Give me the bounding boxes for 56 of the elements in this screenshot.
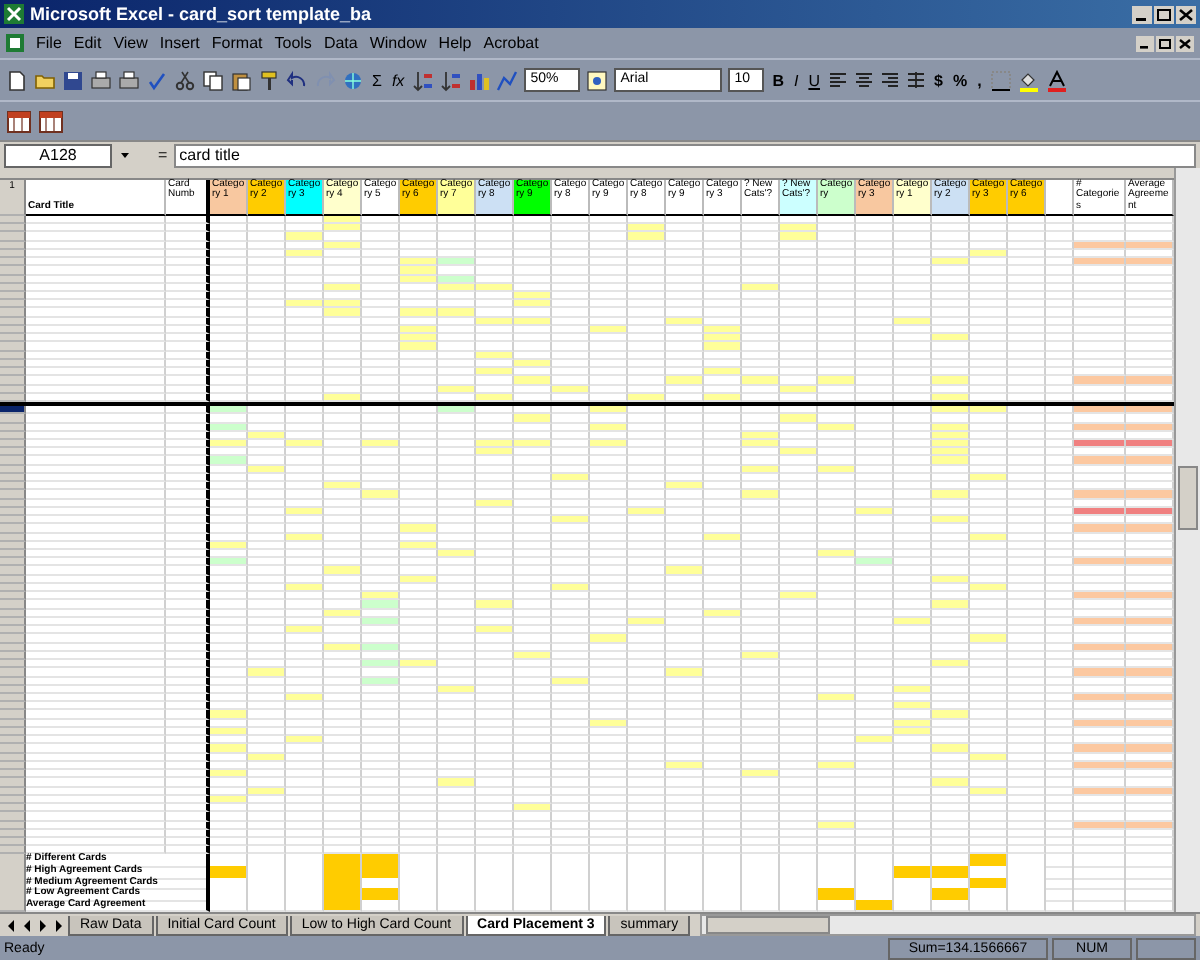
align-icon[interactable] <box>827 70 848 90</box>
close-icon[interactable] <box>1176 5 1196 23</box>
align-icon[interactable] <box>905 70 926 90</box>
chart-icon[interactable] <box>468 69 491 91</box>
row-header[interactable] <box>0 406 26 415</box>
align-icon[interactable] <box>853 70 874 90</box>
menu-item[interactable]: Acrobat <box>483 34 539 52</box>
status-panel <box>1136 937 1196 959</box>
borders-icon[interactable] <box>989 69 1012 91</box>
menu-item[interactable]: View <box>113 34 148 52</box>
minimize-icon[interactable] <box>1136 35 1154 51</box>
number-format-button[interactable]: % <box>950 71 970 89</box>
row-header[interactable] <box>0 393 26 403</box>
formula-equals: = <box>158 146 168 164</box>
name-box[interactable]: A128 <box>4 143 112 167</box>
close-icon[interactable] <box>1176 35 1194 51</box>
fill-color-icon[interactable] <box>1017 69 1040 91</box>
format-button[interactable]: U <box>806 71 822 89</box>
excel-icon <box>4 4 24 24</box>
menu-item[interactable]: Insert <box>159 34 200 52</box>
menu-item[interactable]: Tools <box>274 34 312 52</box>
minimize-icon[interactable] <box>1132 5 1152 23</box>
format-button[interactable]: I <box>791 71 801 89</box>
print-icon[interactable] <box>90 69 112 91</box>
sort-ascending-icon[interactable] <box>412 69 435 91</box>
help-icon[interactable] <box>586 69 609 91</box>
menu-item[interactable]: Edit <box>73 34 102 52</box>
function-button[interactable]: fx <box>389 71 407 89</box>
font-color-icon[interactable] <box>1045 69 1068 91</box>
menu-item[interactable]: File <box>36 34 62 52</box>
undo-icon[interactable] <box>286 69 308 91</box>
number-format-button[interactable]: , <box>975 71 984 89</box>
align-icon[interactable] <box>879 70 900 90</box>
autosum-button[interactable]: Σ <box>370 71 384 89</box>
copy-icon[interactable] <box>202 69 224 91</box>
workbook-icon[interactable] <box>6 34 24 52</box>
menu-item[interactable]: Help <box>438 34 472 52</box>
drawing-icon[interactable] <box>496 69 519 91</box>
print-preview-icon[interactable] <box>118 69 140 91</box>
menu-item[interactable]: Window <box>369 34 427 52</box>
hyperlink-icon[interactable] <box>342 69 364 91</box>
vertical-scrollbar[interactable] <box>1174 168 1200 912</box>
format-button[interactable]: B <box>770 71 786 89</box>
cut-icon[interactable] <box>174 69 196 91</box>
save-icon[interactable] <box>62 69 84 91</box>
format-painter-icon[interactable] <box>258 69 280 91</box>
table-icon[interactable] <box>38 108 64 134</box>
window-title: Microsoft Excel - card_sort template_ba <box>30 4 372 24</box>
menu-item[interactable]: Format <box>211 34 263 52</box>
sort-descending-icon[interactable] <box>440 69 463 91</box>
menu-item[interactable]: Data <box>323 34 358 52</box>
paste-icon[interactable] <box>230 69 252 91</box>
number-format-button[interactable]: $ <box>931 71 945 89</box>
new-file-icon[interactable] <box>6 69 28 91</box>
horizontal-scrollbar[interactable] <box>700 914 1196 936</box>
formula-field[interactable]: card title <box>173 143 1196 167</box>
